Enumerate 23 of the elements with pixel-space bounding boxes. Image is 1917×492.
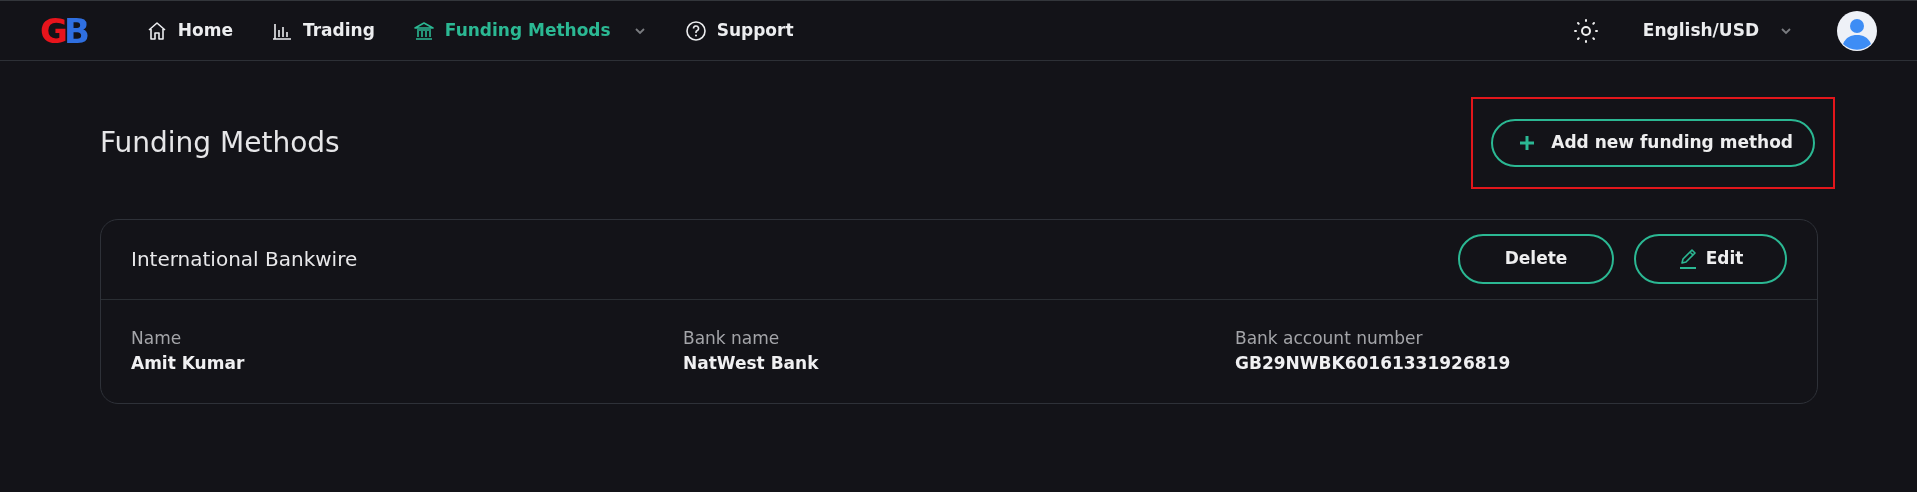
nav-link[interactable]: Funding Methods [412,17,647,44]
pencil-icon [1677,248,1698,270]
logo[interactable]: GB [40,13,86,48]
language-currency-selector[interactable]: English/USD [1642,17,1793,44]
bank-icon [412,19,435,42]
method-title: International Bankwire [131,246,358,273]
avatar-icon[interactable] [1837,10,1877,51]
field-label: Bank account number [1234,326,1424,350]
add-funding-method-button[interactable]: Add new funding method [1491,119,1815,167]
nav-link[interactable]: Support [684,17,794,44]
delete-button[interactable]: Delete [1458,234,1614,284]
nav-link[interactable]: Trading [271,17,375,44]
field-value: NatWest Bank [683,352,820,375]
field-value: GB29NWBK60161331926819 [1234,352,1512,375]
field-value: Amit Kumar [131,352,246,375]
nav-link[interactable]: Home [145,17,233,44]
edit-button[interactable]: Edit [1634,234,1787,284]
field-label: Bank name [683,326,781,350]
plus-icon [1519,134,1536,151]
field-label: Name [131,326,183,350]
page-title: Funding Methods [100,125,340,160]
help-icon [684,19,707,42]
brightness-icon[interactable] [1572,17,1599,44]
